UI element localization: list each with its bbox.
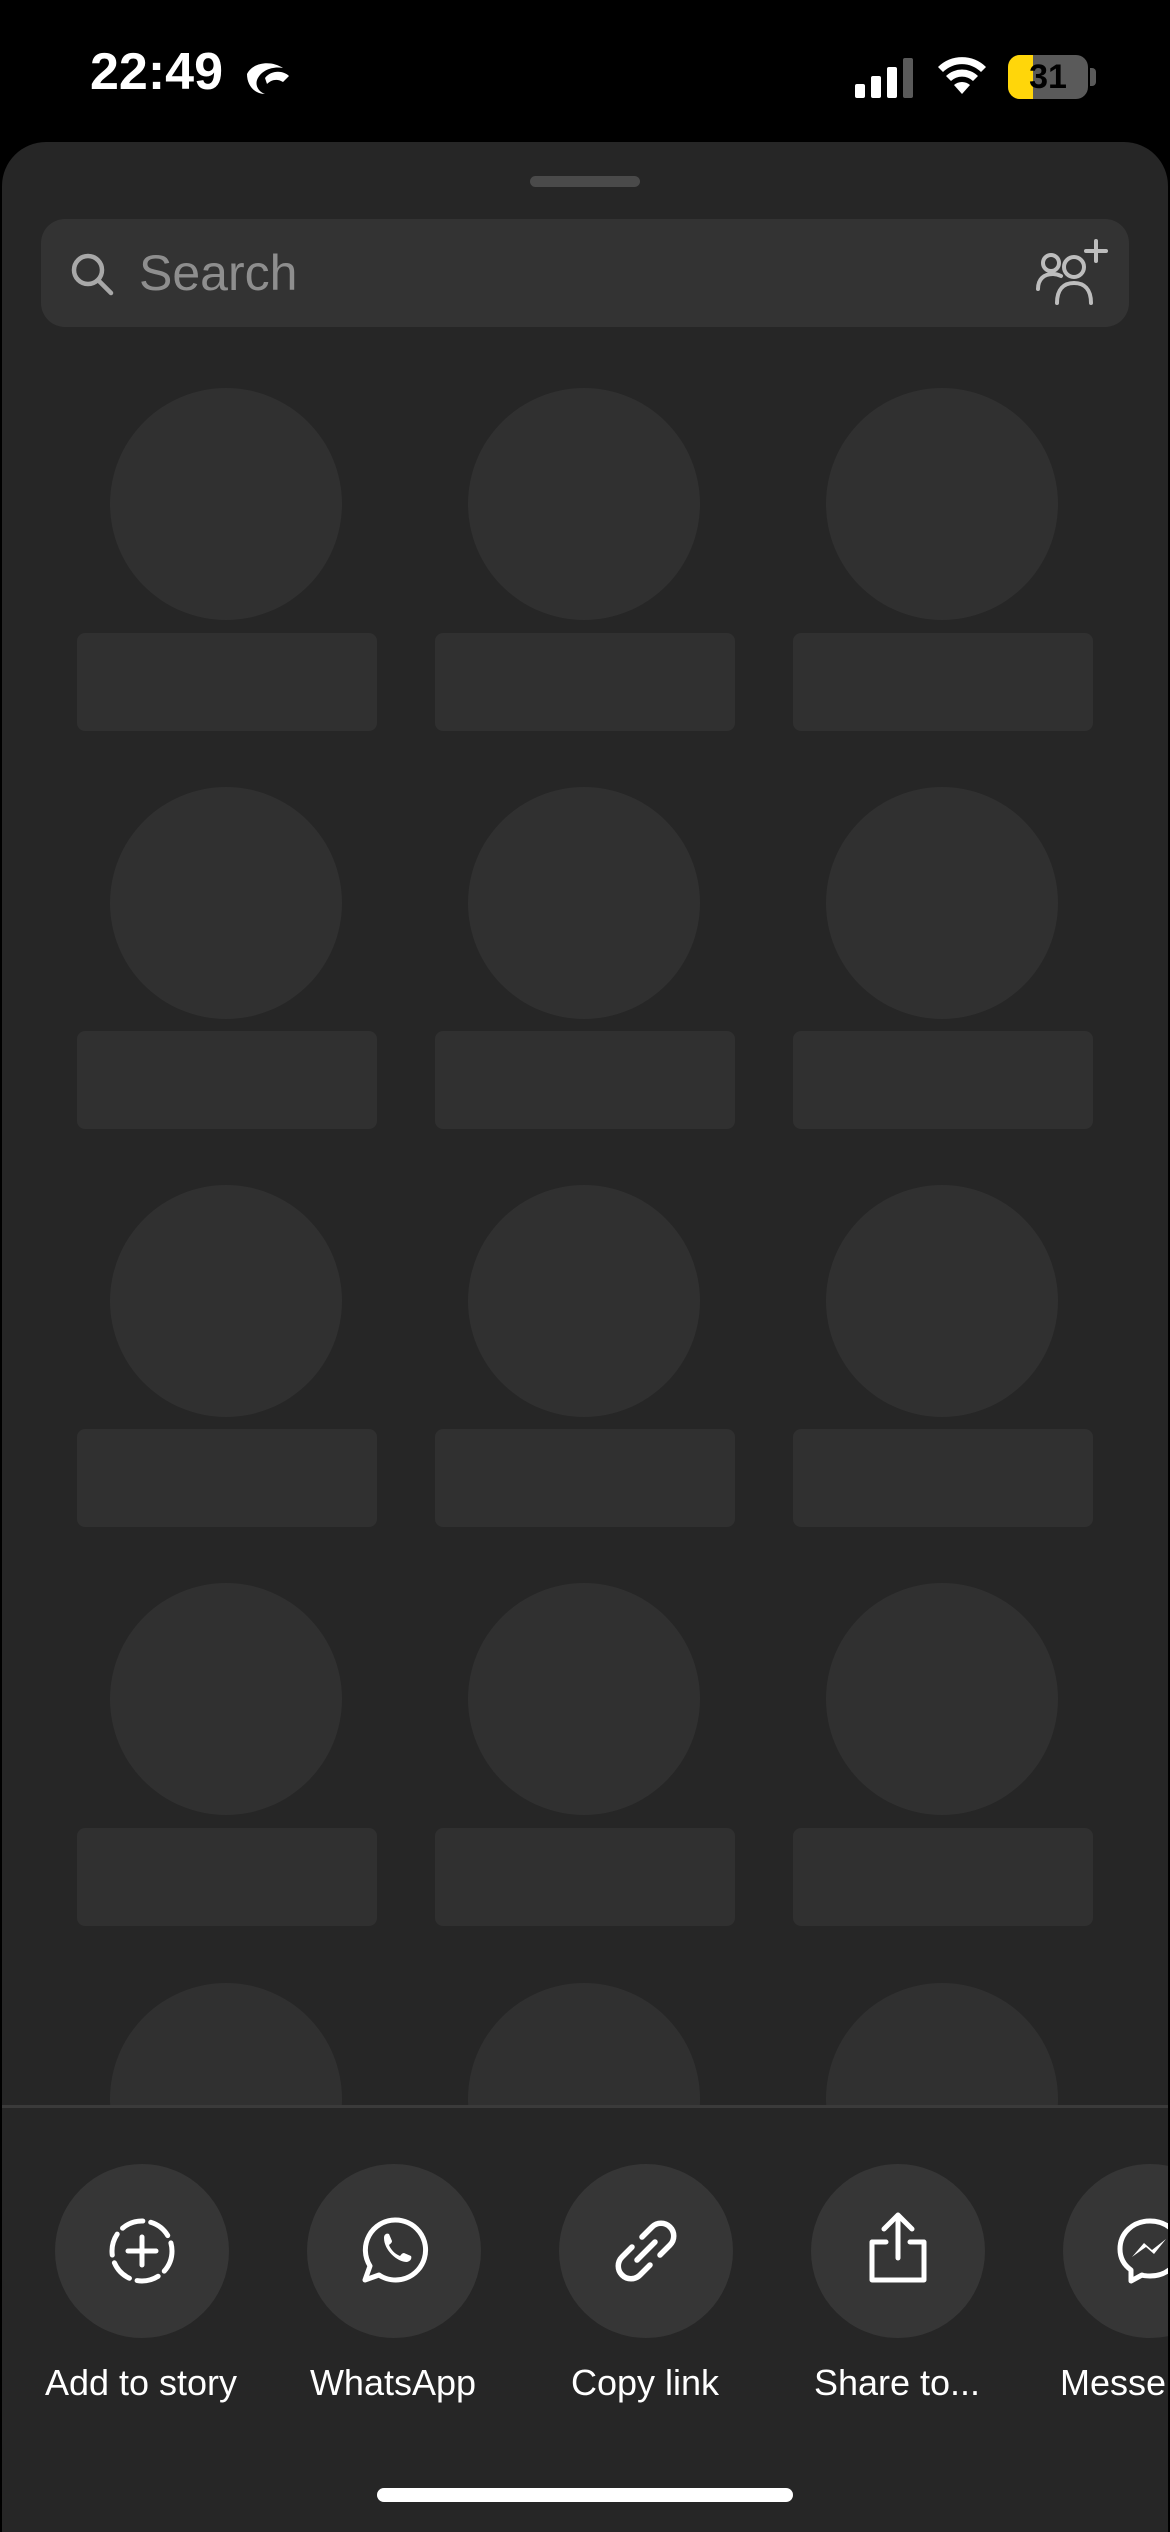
skeleton-avatar [110, 1185, 342, 1417]
focus-moon-icon [247, 63, 289, 94]
skeleton-avatar [826, 388, 1058, 620]
action-circle [307, 2164, 481, 2338]
skeleton-avatar [826, 1983, 1058, 2105]
copy-link-button[interactable]: Copy link [535, 2108, 755, 2403]
share-actions-row: Add to story WhatsApp Copy link Share to… [2, 2108, 1168, 2532]
whatsapp-icon [362, 2217, 429, 2283]
skeleton-name [793, 1828, 1093, 1926]
skeleton-name [793, 1031, 1093, 1129]
home-indicator[interactable] [377, 2488, 793, 2502]
skeleton-avatar [110, 787, 342, 1019]
search-input[interactable] [137, 237, 1017, 309]
add-to-story-button[interactable]: Add to story [31, 2108, 251, 2403]
battery-level: 31 [1029, 58, 1067, 96]
add-people-icon[interactable] [1035, 239, 1111, 309]
skeleton-name [77, 633, 377, 731]
action-label: WhatsApp [309, 2362, 477, 2403]
action-circle [1063, 2164, 1168, 2338]
loading-grid [2, 142, 1168, 2105]
battery-cap [1090, 68, 1096, 86]
skeleton-avatar [826, 1583, 1058, 1815]
link-icon [615, 2220, 677, 2282]
skeleton-name [77, 1828, 377, 1926]
sheet-grabber[interactable] [530, 176, 640, 187]
skeleton-name [435, 1828, 735, 1926]
action-circle [811, 2164, 985, 2338]
wifi-icon [938, 57, 986, 94]
share-sheet: Add to story WhatsApp Copy link [2, 142, 1168, 2532]
status-bar: 22:49 31 [0, 0, 1170, 140]
skeleton-avatar [110, 1583, 342, 1815]
skeleton-avatar [468, 388, 700, 620]
action-label: Add to story [44, 2362, 238, 2403]
action-label: Share to... [813, 2362, 981, 2403]
skeleton-name [793, 1429, 1093, 1527]
messenger-button[interactable]: Messenger [1039, 2108, 1168, 2403]
skeleton-name [435, 1031, 735, 1129]
action-circle [559, 2164, 733, 2338]
action-label: Messenger [1059, 2362, 1168, 2403]
skeleton-name [77, 1031, 377, 1129]
skeleton-avatar [468, 787, 700, 1019]
search-icon [71, 253, 114, 296]
skeleton-avatar [468, 1185, 700, 1417]
add-story-icon [109, 2218, 175, 2284]
skeleton-name [435, 633, 735, 731]
skeleton-avatar [110, 1983, 342, 2105]
skeleton-avatar [826, 787, 1058, 1019]
whatsapp-button[interactable]: WhatsApp [283, 2108, 503, 2403]
action-label: Copy link [570, 2362, 720, 2403]
search-bar [41, 219, 1129, 327]
status-time: 22:49 [90, 43, 223, 101]
share-to-button[interactable]: Share to... [787, 2108, 1007, 2403]
battery-icon: 31 [1008, 55, 1088, 99]
skeleton-name [793, 633, 1093, 731]
skeleton-avatar [110, 388, 342, 620]
messenger-icon [1117, 2218, 1168, 2284]
cellular-signal-icon [855, 58, 913, 98]
skeleton-name [77, 1429, 377, 1527]
action-circle [55, 2164, 229, 2338]
skeleton-avatar [468, 1583, 700, 1815]
skeleton-avatar [468, 1983, 700, 2105]
skeleton-avatar [826, 1185, 1058, 1417]
skeleton-name [435, 1429, 735, 1527]
share-icon [869, 2212, 927, 2283]
